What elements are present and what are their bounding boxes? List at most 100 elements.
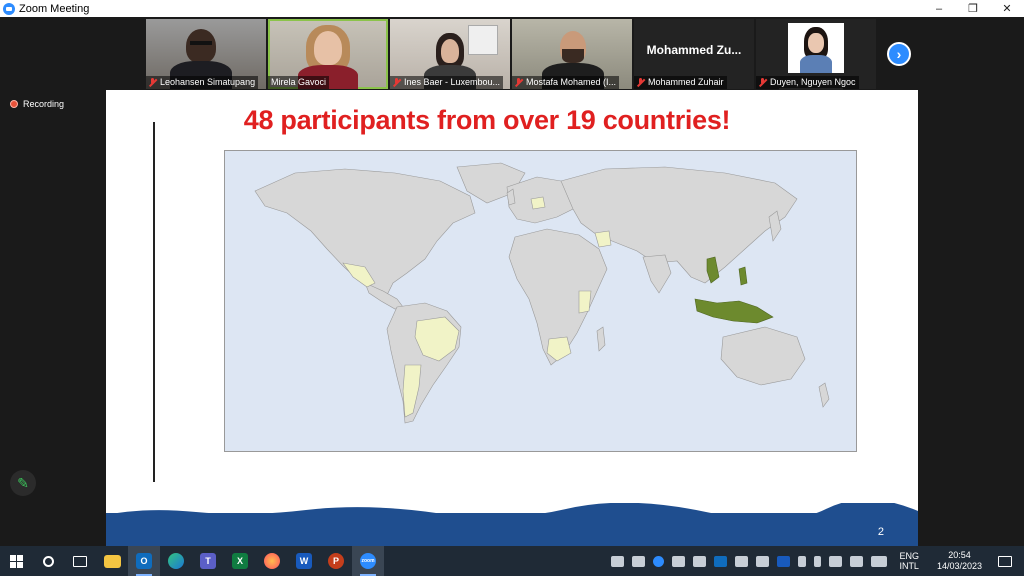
- tray-app-icon[interactable]: [632, 555, 646, 567]
- participant-name: Ines Baer - Luxembou...: [390, 76, 504, 89]
- participant-tile[interactable]: Leohansen Simatupang: [146, 19, 266, 89]
- australia: [720, 326, 806, 386]
- task-view-button[interactable]: [64, 546, 96, 576]
- participant-video: [186, 29, 216, 63]
- slide-footer-band: [106, 513, 918, 546]
- participant-display-name: Mohammed Zu...: [646, 43, 742, 57]
- window-title: Zoom Meeting: [19, 2, 90, 15]
- participant-name: Leohansen Simatupang: [146, 76, 259, 89]
- meeting-area: Leohansen Simatupang Mirela Gavoci Ines …: [0, 17, 1024, 546]
- next-participants-button[interactable]: ›: [887, 42, 911, 66]
- bluetooth-icon[interactable]: [798, 555, 807, 567]
- glasses-shape: [190, 41, 212, 45]
- outlook-button[interactable]: O: [128, 546, 160, 576]
- tray-app-icon[interactable]: [735, 555, 749, 567]
- word-button[interactable]: W: [288, 546, 320, 576]
- tray-app-icon[interactable]: [714, 555, 728, 567]
- screen: Zoom Meeting – ❐ ✕ Leohansen Simatupang …: [0, 0, 1024, 576]
- edge-icon: [168, 553, 184, 569]
- face-shape: [808, 33, 824, 53]
- system-clock[interactable]: 20:54 14/03/2023: [937, 550, 982, 572]
- powerpoint-icon: P: [328, 553, 344, 569]
- slide-page-number: 2: [877, 526, 884, 538]
- battery-icon[interactable]: [829, 555, 843, 567]
- teams-button[interactable]: T: [192, 546, 224, 576]
- india: [642, 254, 672, 294]
- tray-app-icon[interactable]: [756, 555, 770, 567]
- mic-muted-icon: [393, 78, 400, 87]
- participant-name: Mostafa Mohamed (I...: [512, 76, 620, 89]
- participant-tile[interactable]: Mostafa Mohamed (I...: [512, 19, 632, 89]
- participant-tile-active-speaker[interactable]: Mirela Gavoci: [268, 19, 388, 89]
- participant-video: [441, 39, 459, 63]
- shared-slide: 48 participants from over 19 countries!: [106, 90, 918, 546]
- participant-tile[interactable]: Ines Baer - Luxembou...: [390, 19, 510, 89]
- folder-icon: [103, 554, 121, 568]
- madagascar: [596, 326, 606, 352]
- search-icon: [42, 555, 54, 567]
- new-zealand: [818, 382, 830, 408]
- notifications-icon[interactable]: [998, 555, 1012, 567]
- tray-app-icon[interactable]: [653, 555, 665, 567]
- slide-divider-line: [153, 122, 155, 482]
- restore-button[interactable]: ❐: [956, 0, 990, 17]
- world-map-svg: [254, 162, 830, 424]
- beard-shape: [562, 49, 584, 63]
- tray-app-icon[interactable]: [611, 555, 625, 567]
- window-titlebar: Zoom Meeting – ❐ ✕: [0, 0, 1024, 17]
- background-poster: [468, 25, 498, 55]
- windows-taskbar: O T X W P zoom ENG INTL 20:54 14/03/2023: [0, 546, 1024, 576]
- pencil-icon: ✎: [17, 474, 29, 491]
- window-controls: – ❐ ✕: [922, 0, 1024, 17]
- word-icon: W: [296, 553, 312, 569]
- participant-tile[interactable]: Duyen, Nguyen Ngoc: [756, 19, 876, 89]
- microphone-icon[interactable]: [814, 555, 822, 567]
- onedrive-icon[interactable]: [693, 555, 707, 567]
- minimize-button[interactable]: –: [922, 0, 956, 17]
- mic-muted-icon: [515, 78, 522, 87]
- participant-name: Mirela Gavoci: [268, 76, 330, 89]
- close-button[interactable]: ✕: [990, 0, 1024, 17]
- country-indonesia: [694, 298, 774, 324]
- outlook-icon: O: [136, 553, 152, 569]
- participant-name: Mohammed Zuhair: [634, 76, 727, 89]
- excel-icon: X: [232, 553, 248, 569]
- start-button[interactable]: [0, 546, 32, 576]
- firefox-icon: [264, 553, 280, 569]
- mic-muted-icon: [759, 78, 766, 87]
- zoom-taskbar-button[interactable]: zoom: [352, 546, 384, 576]
- teams-icon: T: [200, 553, 216, 569]
- mic-muted-icon: [637, 78, 644, 87]
- recording-dot-icon: [10, 100, 18, 108]
- country-philippines: [738, 266, 748, 286]
- country-central-europe: [530, 196, 546, 210]
- search-button[interactable]: [32, 546, 64, 576]
- excel-button[interactable]: X: [224, 546, 256, 576]
- participant-tile[interactable]: Mohammed Zu... Mohammed Zuhair: [634, 19, 754, 89]
- keyboard-icon[interactable]: [871, 555, 888, 567]
- tray-app-icon[interactable]: [777, 555, 791, 567]
- annotate-button[interactable]: ✎: [10, 470, 36, 496]
- speaker-icon[interactable]: [850, 555, 864, 567]
- participant-video: [314, 31, 342, 65]
- participant-strip: Leohansen Simatupang Mirela Gavoci Ines …: [146, 19, 876, 89]
- system-tray: ENG INTL 20:54 14/03/2023: [607, 546, 1024, 576]
- profile-photo: [788, 23, 844, 73]
- country-east-africa: [578, 290, 592, 314]
- country-middle-east: [594, 230, 612, 248]
- powerpoint-button[interactable]: P: [320, 546, 352, 576]
- world-map: [224, 150, 857, 452]
- edge-button[interactable]: [160, 546, 192, 576]
- zoom-icon: zoom: [360, 553, 376, 569]
- chevron-right-icon: ›: [896, 46, 902, 62]
- tray-app-icon[interactable]: [672, 555, 686, 567]
- mic-muted-icon: [149, 78, 156, 87]
- task-view-icon: [73, 555, 87, 567]
- language-indicator[interactable]: ENG INTL: [899, 551, 919, 571]
- firefox-button[interactable]: [256, 546, 288, 576]
- zoom-app-icon: [3, 2, 15, 15]
- recording-indicator[interactable]: Recording: [10, 99, 64, 109]
- file-explorer-button[interactable]: [96, 546, 128, 576]
- slide-heading: 48 participants from over 19 countries!: [243, 105, 731, 135]
- windows-logo-icon: [9, 554, 23, 568]
